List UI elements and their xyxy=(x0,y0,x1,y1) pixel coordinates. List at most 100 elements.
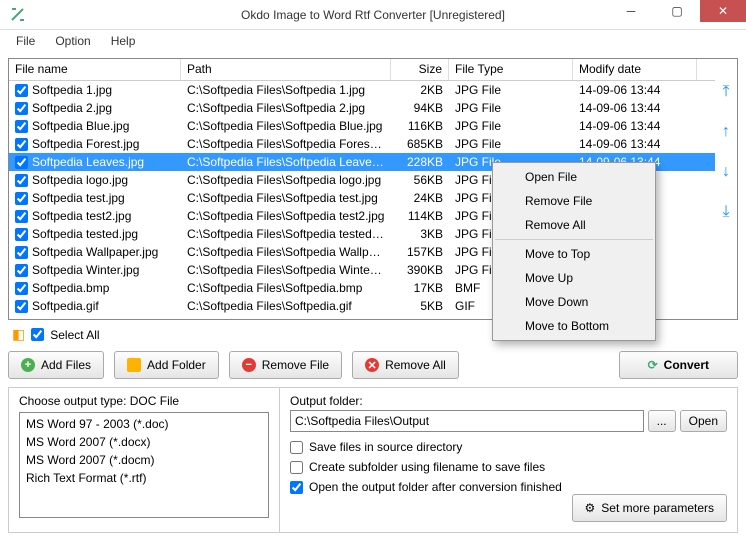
list-item[interactable]: MS Word 2007 (*.docm) xyxy=(22,451,266,469)
row-checkbox[interactable] xyxy=(15,210,28,223)
cell-filename: Softpedia Leaves.jpg xyxy=(32,155,144,169)
menu-option[interactable]: Option xyxy=(47,32,98,50)
table-row[interactable]: Softpedia 2.jpgC:\Softpedia Files\Softpe… xyxy=(9,99,715,117)
list-item[interactable]: MS Word 97 - 2003 (*.doc) xyxy=(22,415,266,433)
cell-filename: Softpedia.bmp xyxy=(32,281,109,295)
cell-filename: Softpedia Blue.jpg xyxy=(32,119,129,133)
move-top-icon[interactable]: ⤒ xyxy=(722,83,729,101)
cell-size: 94KB xyxy=(391,100,449,116)
output-folder-input[interactable] xyxy=(290,410,644,432)
maximize-button[interactable]: ▢ xyxy=(654,0,700,22)
row-checkbox[interactable] xyxy=(15,174,28,187)
cell-size: 24KB xyxy=(391,190,449,206)
cell-date: 14-09-06 13:44 xyxy=(573,100,697,116)
cell-date: 14-09-06 13:44 xyxy=(573,136,697,152)
cell-path: C:\Softpedia Files\Softpedia Leaves.j... xyxy=(181,154,391,170)
cell-path: C:\Softpedia Files\Softpedia Forest.jpg xyxy=(181,136,391,152)
context-menu: Open FileRemove FileRemove All Move to T… xyxy=(492,162,656,341)
cell-path: C:\Softpedia Files\Softpedia logo.jpg xyxy=(181,172,391,188)
cell-size: 5KB xyxy=(391,298,449,314)
gear-icon: ⚙ xyxy=(585,501,596,515)
cell-path: C:\Softpedia Files\Softpedia test2.jpg xyxy=(181,208,391,224)
menu-help[interactable]: Help xyxy=(103,32,144,50)
row-checkbox[interactable] xyxy=(15,102,28,115)
save-in-source-checkbox[interactable] xyxy=(290,441,303,454)
open-folder-button[interactable]: Open xyxy=(680,410,727,432)
output-folder-label: Output folder: xyxy=(290,394,727,408)
row-checkbox[interactable] xyxy=(15,264,28,277)
cell-size: 114KB xyxy=(391,208,449,224)
save-in-source-label: Save files in source directory xyxy=(309,440,462,454)
list-item[interactable]: MS Word 2007 (*.docx) xyxy=(22,433,266,451)
minimize-button[interactable]: ─ xyxy=(608,0,654,22)
cell-filename: Softpedia 1.jpg xyxy=(32,83,112,97)
selectall-handle-icon: ◧ xyxy=(12,326,25,343)
add-folder-button[interactable]: Add Folder xyxy=(114,351,219,379)
convert-icon: ⟳ xyxy=(648,358,658,372)
reorder-arrows: ⤒ ↑ ↓ ⤓ xyxy=(715,59,737,319)
output-type-listbox[interactable]: MS Word 97 - 2003 (*.doc)MS Word 2007 (*… xyxy=(19,412,269,518)
row-checkbox[interactable] xyxy=(15,138,28,151)
titlebar[interactable]: Okdo Image to Word Rtf Converter [Unregi… xyxy=(0,0,746,30)
col-filename[interactable]: File name xyxy=(9,59,181,80)
table-row[interactable]: Softpedia 1.jpgC:\Softpedia Files\Softpe… xyxy=(9,81,715,99)
close-button[interactable]: ✕ xyxy=(700,0,746,22)
cell-filename: Softpedia test2.jpg xyxy=(32,209,131,223)
row-checkbox[interactable] xyxy=(15,246,28,259)
cell-type: JPG File xyxy=(449,100,573,116)
context-menu-item[interactable]: Move Up xyxy=(495,266,653,290)
col-filetype[interactable]: File Type xyxy=(449,59,573,80)
cell-size: 390KB xyxy=(391,262,449,278)
cell-path: C:\Softpedia Files\Softpedia.gif xyxy=(181,298,391,314)
table-row[interactable]: Softpedia Forest.jpg C:\Softpedia Files\S… xyxy=(9,135,715,153)
row-checkbox[interactable] xyxy=(15,192,28,205)
cell-path: C:\Softpedia Files\Softpedia test.jpg xyxy=(181,190,391,206)
set-more-parameters-button[interactable]: ⚙ Set more parameters xyxy=(572,494,727,522)
row-checkbox[interactable] xyxy=(15,300,28,313)
cell-path: C:\Softpedia Files\Softpedia 2.jpg xyxy=(181,100,391,116)
cell-size: 17KB xyxy=(391,280,449,296)
select-all-label: Select All xyxy=(50,328,99,342)
row-checkbox[interactable] xyxy=(15,228,28,241)
create-subfolder-label: Create subfolder using filename to save … xyxy=(309,460,545,474)
cell-type: JPG File xyxy=(449,136,573,152)
context-menu-item[interactable]: Move Down xyxy=(495,290,653,314)
cell-size: 56KB xyxy=(391,172,449,188)
convert-button[interactable]: ⟳Convert xyxy=(619,351,738,379)
context-menu-item[interactable]: Remove File xyxy=(495,189,653,213)
open-after-label: Open the output folder after conversion … xyxy=(309,480,562,494)
row-checkbox[interactable] xyxy=(15,120,28,133)
cell-path: C:\Softpedia Files\Softpedia Blue.jpg xyxy=(181,118,391,134)
create-subfolder-checkbox[interactable] xyxy=(290,461,303,474)
move-up-icon[interactable]: ↑ xyxy=(722,123,730,141)
context-menu-item[interactable]: Move to Bottom xyxy=(495,314,653,338)
remove-all-button[interactable]: ✕Remove All xyxy=(352,351,459,379)
cell-size: 3KB xyxy=(391,226,449,242)
row-checkbox[interactable] xyxy=(15,84,28,97)
cell-filename: Softpedia Forest.jpg xyxy=(32,137,139,151)
browse-button[interactable]: ... xyxy=(648,410,676,432)
move-bottom-icon[interactable]: ⤓ xyxy=(722,203,729,221)
context-menu-item[interactable]: Open File xyxy=(495,165,653,189)
col-path[interactable]: Path xyxy=(181,59,391,80)
add-files-button[interactable]: +Add Files xyxy=(8,351,104,379)
list-item[interactable]: Rich Text Format (*.rtf) xyxy=(22,469,266,487)
open-after-checkbox[interactable] xyxy=(290,481,303,494)
col-size[interactable]: Size xyxy=(391,59,449,80)
table-row[interactable]: Softpedia Blue.jpg C:\Softpedia Files\Sof… xyxy=(9,117,715,135)
context-menu-item[interactable]: Move to Top xyxy=(495,242,653,266)
cell-path: C:\Softpedia Files\Softpedia Winter.jpg xyxy=(181,262,391,278)
menu-file[interactable]: File xyxy=(8,32,43,50)
move-down-icon[interactable]: ↓ xyxy=(722,163,730,181)
row-checkbox[interactable] xyxy=(15,282,28,295)
cell-path: C:\Softpedia Files\Softpedia.bmp xyxy=(181,280,391,296)
app-icon xyxy=(8,5,28,25)
cell-size: 157KB xyxy=(391,244,449,260)
col-modifydate[interactable]: Modify date xyxy=(573,59,697,80)
row-checkbox[interactable] xyxy=(15,156,28,169)
cell-path: C:\Softpedia Files\Softpedia Wallpap... xyxy=(181,244,391,260)
remove-file-button[interactable]: −Remove File xyxy=(229,351,342,379)
cell-filename: Softpedia test.jpg xyxy=(32,191,125,205)
select-all-checkbox[interactable] xyxy=(31,328,44,341)
context-menu-item[interactable]: Remove All xyxy=(495,213,653,237)
